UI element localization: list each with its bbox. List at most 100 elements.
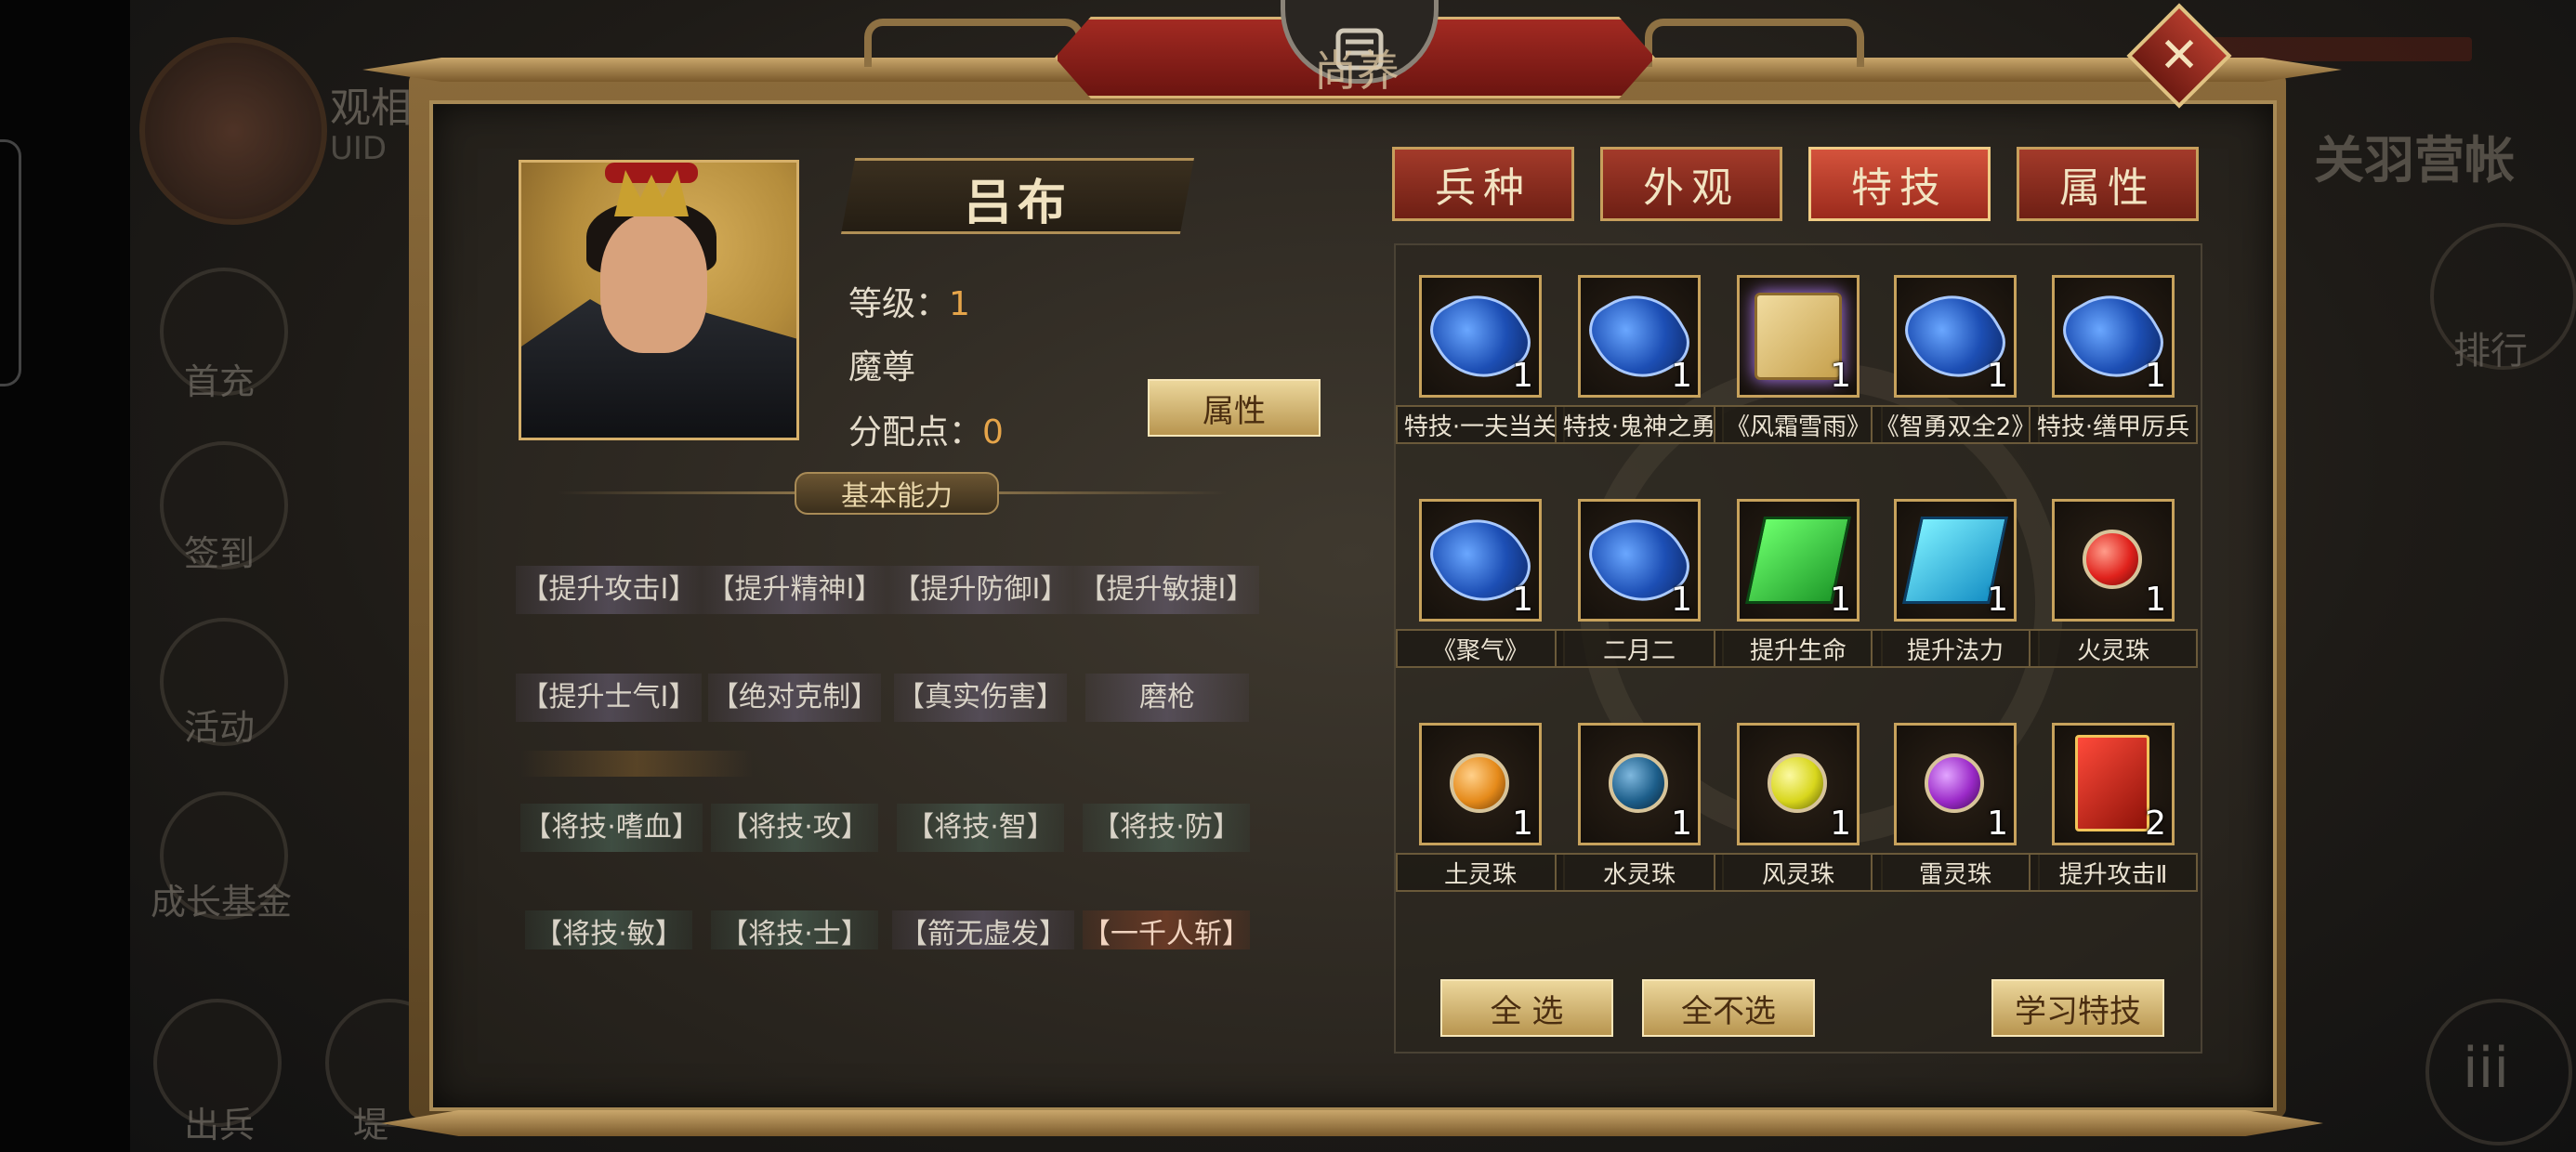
item-count: 1 bbox=[1987, 581, 2008, 619]
golden-book-icon bbox=[1755, 293, 1842, 380]
hero-points-value: 0 bbox=[982, 413, 1004, 452]
skill-tag[interactable]: 【真实伤害】 bbox=[894, 674, 1067, 722]
item-label: 《智勇双全2》 bbox=[1871, 405, 2040, 444]
tab-appearance[interactable]: 外观 bbox=[1600, 147, 1782, 221]
hero-attributes-button[interactable]: 属性 bbox=[1148, 379, 1321, 437]
skill-tag[interactable]: 磨枪 bbox=[1085, 674, 1249, 722]
background-rank-label: 排行 bbox=[2453, 330, 2528, 373]
skill-tag[interactable]: 【将技·敏】 bbox=[525, 910, 692, 949]
item-label: 风灵珠 bbox=[1714, 853, 1883, 892]
item-count: 1 bbox=[1987, 805, 2008, 843]
earth-orb-icon bbox=[1450, 753, 1509, 813]
item-label: 特技·鬼神之勇 bbox=[1555, 405, 1724, 444]
item-label: 《聚气》 bbox=[1396, 629, 1565, 668]
item-slot[interactable]: 1 bbox=[1419, 499, 1542, 622]
background-player-name: 观相 bbox=[330, 85, 412, 132]
hero-portrait bbox=[519, 160, 799, 440]
wind-orb-icon bbox=[1768, 753, 1827, 813]
item-label: 雷灵珠 bbox=[1871, 853, 2040, 892]
tab-attributes[interactable]: 属性 bbox=[2017, 147, 2199, 221]
water-orb-icon bbox=[1609, 753, 1668, 813]
fire-orb-icon bbox=[2083, 530, 2142, 589]
item-slot[interactable]: 1 bbox=[1578, 499, 1701, 622]
skill-tag[interactable]: 【箭无虚发】 bbox=[892, 910, 1074, 949]
bg-menu-label: 签到 bbox=[184, 533, 256, 574]
item-count: 1 bbox=[1830, 357, 1851, 395]
item-count: 1 bbox=[1830, 805, 1851, 843]
item-label: 二月二 bbox=[1555, 629, 1724, 668]
item-label: 《风霜雪雨》 bbox=[1714, 405, 1883, 444]
skill-row-clipped: 【将技·敏】 【将技·士】 【箭无虚发】 【一千人斩】 bbox=[502, 892, 1264, 949]
item-label: 特技·缮甲厉兵 bbox=[2029, 405, 2198, 444]
skill-tag[interactable]: 【绝对克制】 bbox=[708, 674, 881, 722]
hero-points-row: 分配点：0 bbox=[848, 405, 1004, 453]
skill-tag[interactable]: 【提升攻击Ⅰ】 bbox=[516, 566, 702, 614]
item-count: 2 bbox=[2145, 805, 2166, 843]
skill-tag[interactable]: 【提升精神Ⅰ】 bbox=[702, 566, 887, 614]
item-count: 1 bbox=[1987, 357, 2008, 395]
item-label: 火灵珠 bbox=[2029, 629, 2198, 668]
item-count: 1 bbox=[1512, 805, 1533, 843]
item-slot[interactable]: 1 bbox=[1737, 723, 1860, 845]
background-menu-glyph: iii bbox=[2463, 1036, 2510, 1101]
bg-menu-label: 活动 bbox=[184, 707, 256, 748]
portrait-crown bbox=[614, 170, 689, 216]
item-label: 特技·一夫当关 bbox=[1396, 405, 1565, 444]
item-slot[interactable]: 1 bbox=[2052, 275, 2175, 398]
background-player-avatar[interactable] bbox=[139, 37, 327, 225]
item-count: 1 bbox=[2145, 357, 2166, 395]
item-count: 1 bbox=[1671, 805, 1692, 843]
skill-tag[interactable]: 【将技·智】 bbox=[897, 804, 1064, 852]
tab-special-skills[interactable]: 特技 bbox=[1808, 147, 1991, 221]
skill-tag[interactable]: 【将技·防】 bbox=[1083, 804, 1250, 852]
item-slot[interactable]: 2 bbox=[2052, 723, 2175, 845]
item-label: 水灵珠 bbox=[1555, 853, 1724, 892]
skill-tag[interactable]: 【提升士气Ⅰ】 bbox=[516, 674, 702, 722]
item-slot[interactable]: 1 bbox=[1894, 723, 2017, 845]
item-slot[interactable]: 1 bbox=[1894, 275, 2017, 398]
item-count: 1 bbox=[1671, 357, 1692, 395]
item-slot[interactable]: 1 bbox=[1419, 275, 1542, 398]
item-slot[interactable]: 1 bbox=[1737, 275, 1860, 398]
item-label: 提升攻击Ⅱ bbox=[2029, 853, 2198, 892]
skill-tag[interactable]: 【提升敏捷Ⅰ】 bbox=[1073, 566, 1259, 614]
hero-level-row: 等级：1 bbox=[848, 277, 970, 325]
item-count: 1 bbox=[1671, 581, 1692, 619]
item-slot[interactable]: 1 bbox=[1578, 723, 1701, 845]
top-scroll-ornament-left bbox=[864, 19, 1084, 67]
basic-ability-header: 基本能力 bbox=[795, 472, 999, 515]
skill-tag[interactable]: 【将技·攻】 bbox=[711, 804, 878, 852]
item-slot[interactable]: 1 bbox=[1737, 499, 1860, 622]
learn-skill-button[interactable]: 学习特技 bbox=[1991, 979, 2164, 1037]
hero-name: 吕布 bbox=[963, 176, 1071, 231]
skill-tag[interactable]: 【一千人斩】 bbox=[1083, 910, 1250, 949]
item-slot[interactable]: 1 bbox=[1578, 275, 1701, 398]
skill-tag[interactable]: 【将技·嗜血】 bbox=[520, 804, 703, 852]
item-count: 1 bbox=[1512, 357, 1533, 395]
hero-points-label: 分配点： bbox=[848, 413, 983, 452]
skill-tag[interactable]: 【将技·士】 bbox=[711, 910, 878, 949]
thunder-orb-icon bbox=[1925, 753, 1984, 813]
hero-level-value: 1 bbox=[949, 285, 970, 323]
dialog-bottom-rail bbox=[381, 1110, 2323, 1136]
dialog-title: 尚养 bbox=[1314, 46, 1400, 96]
item-label: 提升生命 bbox=[1714, 629, 1883, 668]
skill-tag[interactable]: 【提升防御Ⅰ】 bbox=[887, 566, 1073, 614]
item-slot[interactable]: 1 bbox=[2052, 499, 2175, 622]
item-label: 土灵珠 bbox=[1396, 853, 1565, 892]
red-book-icon bbox=[2075, 735, 2149, 831]
item-label: 提升法力 bbox=[1871, 629, 2040, 668]
top-scroll-ornament-right bbox=[1645, 19, 1864, 67]
item-slot[interactable]: 1 bbox=[1419, 723, 1542, 845]
close-icon[interactable]: ✕ bbox=[2142, 19, 2216, 93]
bg-menu-label: 成长基金 bbox=[151, 882, 293, 923]
item-count: 1 bbox=[1512, 581, 1533, 619]
item-slot[interactable]: 1 bbox=[1894, 499, 2017, 622]
select-none-button[interactable]: 全不选 bbox=[1642, 979, 1815, 1037]
bg-menu-label: 堤 bbox=[353, 1105, 389, 1145]
tab-troops[interactable]: 兵种 bbox=[1392, 147, 1574, 221]
select-all-button[interactable]: 全 选 bbox=[1440, 979, 1613, 1037]
decorative-fade-bar bbox=[520, 751, 753, 777]
edge-handle bbox=[0, 139, 21, 386]
bg-menu-label: 首充 bbox=[184, 361, 256, 402]
